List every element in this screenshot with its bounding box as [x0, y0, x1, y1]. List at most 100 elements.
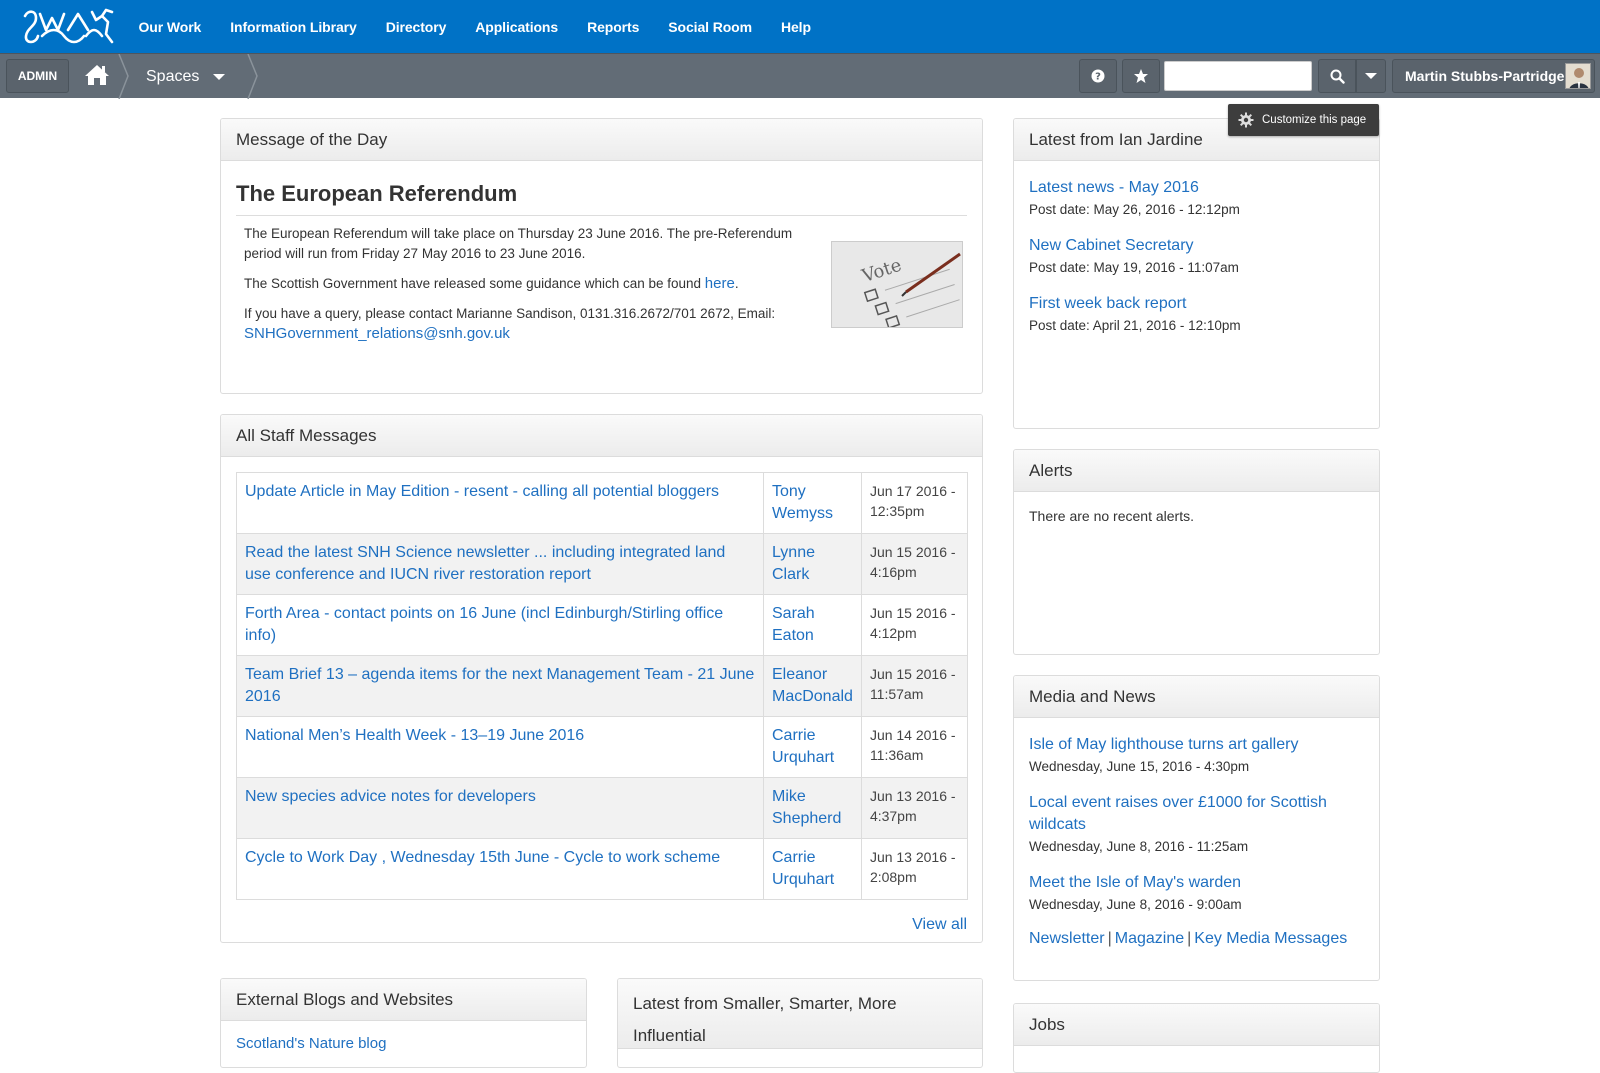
- all-staff-messages-panel: All Staff Messages Update Article in May…: [220, 414, 983, 943]
- news-link[interactable]: First week back report: [1029, 295, 1186, 312]
- nav-directory[interactable]: Directory: [371, 19, 461, 35]
- message-author-cell: Lynne Clark: [763, 533, 862, 595]
- message-title-cell: Read the latest SNH Science newsletter .…: [236, 533, 764, 595]
- motd-body: The European Referendum will take place …: [236, 216, 816, 344]
- admin-button[interactable]: ADMIN: [6, 59, 69, 93]
- main-nav: Our Work Information Library Directory A…: [124, 0, 825, 53]
- author-link[interactable]: Tony Wemyss: [772, 483, 833, 522]
- breadcrumb-separator: [247, 54, 258, 99]
- message-title-cell: Team Brief 13 – agenda items for the nex…: [236, 655, 764, 717]
- search-options-button[interactable]: [1356, 59, 1386, 93]
- news-date: Wednesday, June 8, 2016 - 9:00am: [1029, 897, 1242, 912]
- post-date: Post date: May 19, 2016 - 11:07am: [1029, 260, 1239, 275]
- author-link[interactable]: Sarah Eaton: [772, 605, 815, 644]
- user-menu-button[interactable]: Martin Stubbs-Partridge: [1392, 59, 1595, 93]
- nav-our-work[interactable]: Our Work: [124, 19, 216, 35]
- list-item: Meet the Isle of May's warden Wednesday,…: [1029, 872, 1364, 912]
- message-title-link[interactable]: New species advice notes for developers: [245, 788, 536, 805]
- chevron-down-icon: [1365, 73, 1377, 79]
- chevron-down-icon: [213, 73, 226, 80]
- message-title-link[interactable]: Read the latest SNH Science newsletter .…: [245, 544, 725, 583]
- question-icon: ?: [1091, 69, 1105, 83]
- magazine-link[interactable]: Magazine: [1115, 930, 1184, 947]
- post-date: Post date: May 26, 2016 - 12:12pm: [1029, 202, 1240, 217]
- motd-paragraph: If you have a query, please contact Mari…: [244, 304, 808, 344]
- table-row: Cycle to Work Day , Wednesday 15th June …: [236, 838, 969, 900]
- table-row: Update Article in May Edition - resent -…: [236, 472, 969, 534]
- nav-reports[interactable]: Reports: [573, 19, 654, 35]
- nav-social-room[interactable]: Social Room: [654, 19, 767, 35]
- external-blogs-panel: External Blogs and Websites Scotland's N…: [220, 978, 587, 1068]
- blog-link[interactable]: Scotland's Nature blog: [236, 1035, 386, 1052]
- gear-icon: [1238, 112, 1254, 128]
- help-button[interactable]: ?: [1079, 59, 1117, 93]
- star-icon: [1134, 69, 1148, 83]
- motd-paragraph: The European Referendum will take place …: [244, 226, 793, 261]
- table-row: Read the latest SNH Science newsletter .…: [236, 533, 969, 595]
- search-button[interactable]: [1318, 59, 1356, 93]
- list-item: First week back report Post date: April …: [1029, 293, 1364, 333]
- favorites-button[interactable]: [1122, 59, 1160, 93]
- table-row: New species advice notes for developers M…: [236, 777, 969, 839]
- message-date: Jun 15 2016 - 11:57am: [860, 655, 969, 717]
- post-date: Post date: April 21, 2016 - 12:10pm: [1029, 318, 1241, 333]
- message-author-cell: Eleanor MacDonald: [763, 655, 862, 717]
- news-date: Wednesday, June 15, 2016 - 4:30pm: [1029, 759, 1250, 774]
- news-link[interactable]: Isle of May lighthouse turns art gallery: [1029, 736, 1298, 753]
- spaces-dropdown[interactable]: Spaces: [146, 54, 226, 99]
- staff-messages-table: Update Article in May Edition - resent -…: [236, 472, 969, 900]
- message-title-link[interactable]: National Men’s Health Week - 13–19 June …: [245, 727, 584, 744]
- spaces-label: Spaces: [146, 67, 200, 85]
- customize-page-button[interactable]: Customize this page: [1228, 104, 1379, 136]
- search-icon: [1330, 69, 1345, 84]
- home-icon[interactable]: [84, 63, 110, 87]
- jobs-panel: Jobs: [1013, 1003, 1380, 1073]
- panel-title: All Staff Messages: [221, 415, 982, 457]
- panel-title: Latest from Smaller, Smarter, More Influ…: [618, 979, 982, 1049]
- message-author-cell: Mike Shepherd: [763, 777, 862, 839]
- list-item: Local event raises over £1000 for Scotti…: [1029, 792, 1364, 854]
- message-date: Jun 17 2016 - 12:35pm: [860, 472, 969, 534]
- message-title-link[interactable]: Update Article in May Edition - resent -…: [245, 483, 719, 500]
- snh-logo[interactable]: [22, 6, 118, 48]
- table-row: Forth Area - contact points on 16 June (…: [236, 594, 969, 656]
- message-title-cell: Cycle to Work Day , Wednesday 15th June …: [236, 838, 764, 900]
- news-date: Wednesday, June 8, 2016 - 11:25am: [1029, 839, 1249, 854]
- news-link[interactable]: Local event raises over £1000 for Scotti…: [1029, 792, 1364, 836]
- message-title-cell: Update Article in May Edition - resent -…: [236, 472, 764, 534]
- news-link[interactable]: Meet the Isle of May's warden: [1029, 874, 1241, 891]
- news-link[interactable]: New Cabinet Secretary: [1029, 237, 1194, 254]
- key-media-messages-link[interactable]: Key Media Messages: [1194, 930, 1347, 947]
- author-link[interactable]: Eleanor MacDonald: [772, 666, 853, 705]
- nav-help[interactable]: Help: [766, 19, 825, 35]
- alerts-panel: Alerts There are no recent alerts.: [1013, 449, 1380, 655]
- guidance-link[interactable]: here: [705, 275, 735, 292]
- no-alerts-text: There are no recent alerts.: [1029, 508, 1194, 524]
- nav-applications[interactable]: Applications: [461, 19, 573, 35]
- search-input[interactable]: [1164, 61, 1312, 91]
- motd-paragraph: The Scottish Government have released so…: [244, 274, 808, 294]
- svg-text:?: ?: [1095, 72, 1101, 83]
- panel-title: Alerts: [1014, 450, 1379, 492]
- newsletter-link[interactable]: Newsletter: [1029, 930, 1105, 947]
- author-link[interactable]: Carrie Urquhart: [772, 727, 834, 766]
- breadcrumb-separator: [118, 54, 129, 99]
- view-all-link[interactable]: View all: [912, 916, 967, 934]
- message-title-link[interactable]: Forth Area - contact points on 16 June (…: [245, 605, 723, 644]
- message-title-cell: Forth Area - contact points on 16 June (…: [236, 594, 764, 656]
- panel-title: Message of the Day: [221, 119, 982, 161]
- message-title-link[interactable]: Cycle to Work Day , Wednesday 15th June …: [245, 849, 720, 866]
- message-date: Jun 15 2016 - 4:16pm: [860, 533, 969, 595]
- email-link[interactable]: SNHGovernment_relations@snh.gov.uk: [244, 325, 510, 342]
- author-link[interactable]: Mike Shepherd: [772, 788, 841, 827]
- author-link[interactable]: Lynne Clark: [772, 544, 815, 583]
- list-item: Latest news - May 2016 Post date: May 26…: [1029, 177, 1364, 217]
- media-links: Newsletter | Magazine | Key Media Messages: [1029, 930, 1364, 948]
- media-news-list: Isle of May lighthouse turns art gallery…: [1014, 718, 1379, 962]
- author-link[interactable]: Carrie Urquhart: [772, 849, 834, 888]
- news-link[interactable]: Latest news - May 2016: [1029, 179, 1199, 196]
- message-title-link[interactable]: Team Brief 13 – agenda items for the nex…: [245, 666, 754, 705]
- motd-heading: The European Referendum: [236, 181, 967, 216]
- nav-information-library[interactable]: Information Library: [216, 19, 371, 35]
- avatar: [1565, 63, 1591, 89]
